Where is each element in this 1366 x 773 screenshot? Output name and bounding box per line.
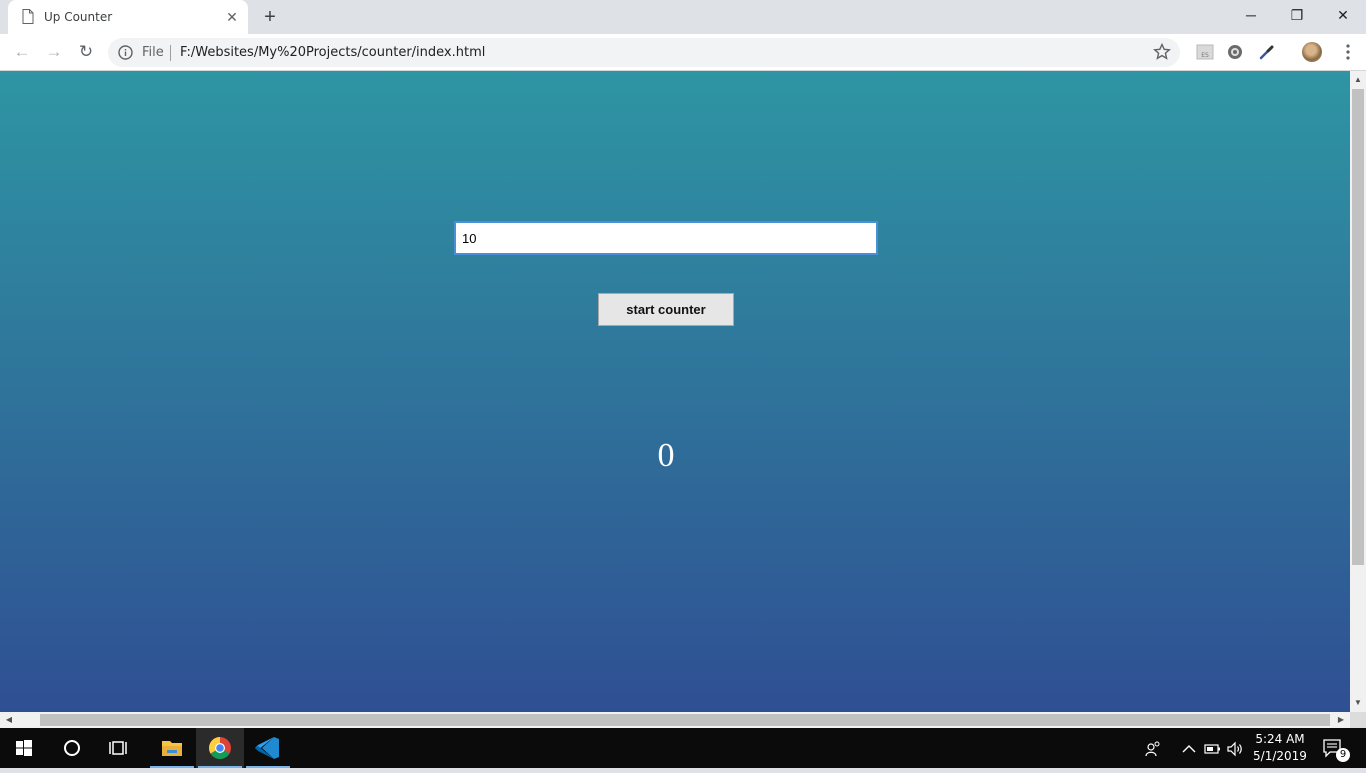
scroll-up-arrow-icon[interactable]: ▲ xyxy=(1350,73,1366,87)
count-input[interactable] xyxy=(454,221,878,255)
vertical-scroll-thumb[interactable] xyxy=(1352,89,1364,565)
chevron-up-icon[interactable] xyxy=(1180,740,1198,758)
forward-button[interactable]: → xyxy=(42,40,66,64)
start-counter-button[interactable]: start counter xyxy=(598,293,734,326)
address-bar[interactable]: File F:/Websites/My%20Projects/counter/i… xyxy=(108,38,1180,67)
people-icon[interactable] xyxy=(1144,740,1162,758)
document-icon xyxy=(22,9,34,24)
scheme-label: File xyxy=(142,45,164,60)
browser-toolbar: ← → ↻ File F:/Websites/My%20Projects/cou… xyxy=(0,34,1366,71)
gear-extension-icon[interactable] xyxy=(1226,43,1244,61)
back-button[interactable]: ← xyxy=(10,40,34,64)
browser-tab[interactable]: Up Counter ✕ xyxy=(8,0,248,34)
clock-date: 5/1/2019 xyxy=(1253,749,1307,763)
restore-button[interactable]: ❐ xyxy=(1274,0,1320,30)
page-content: start counter 0 xyxy=(0,71,1350,712)
horizontal-scrollbar[interactable]: ◀ ▶ xyxy=(0,712,1350,728)
cortana-icon xyxy=(64,740,80,756)
scroll-right-arrow-icon[interactable]: ▶ xyxy=(1334,712,1348,728)
vscode-icon xyxy=(255,737,279,759)
scroll-down-arrow-icon[interactable]: ▼ xyxy=(1350,696,1366,710)
tab-strip: Up Counter ✕ + ─ ❐ ✕ xyxy=(0,0,1366,34)
reload-button[interactable]: ↻ xyxy=(74,40,98,64)
system-clock[interactable]: 5:24 AM 5/1/2019 xyxy=(1248,731,1312,765)
eyedropper-extension-icon[interactable] xyxy=(1258,43,1276,61)
start-icon xyxy=(16,740,32,756)
scrollbar-corner xyxy=(1350,712,1366,728)
svg-text:ES: ES xyxy=(1201,52,1209,59)
tab-close-icon[interactable]: ✕ xyxy=(224,9,240,25)
scroll-left-arrow-icon[interactable]: ◀ xyxy=(2,712,16,728)
clock-time: 5:24 AM xyxy=(1255,732,1305,746)
url-text[interactable]: F:/Websites/My%20Projects/counter/index.… xyxy=(180,45,485,60)
counter-display: 0 xyxy=(657,437,675,474)
vscode-taskbar-button[interactable] xyxy=(244,728,292,768)
windows-taskbar: 5:24 AM 5/1/2019 9 xyxy=(0,728,1366,768)
window-close-button[interactable]: ✕ xyxy=(1320,0,1366,30)
chrome-icon xyxy=(209,737,231,759)
file-explorer-icon xyxy=(162,741,182,756)
file-explorer-button[interactable] xyxy=(148,728,196,768)
battery-icon[interactable] xyxy=(1204,740,1222,758)
cortana-button[interactable] xyxy=(48,728,96,768)
start-button[interactable] xyxy=(0,728,48,768)
es-extension-icon[interactable]: ES xyxy=(1196,43,1214,61)
profile-avatar[interactable] xyxy=(1302,42,1322,62)
new-tab-button[interactable]: + xyxy=(258,6,282,28)
notification-count-badge: 9 xyxy=(1336,748,1350,762)
more-menu-icon[interactable] xyxy=(1338,42,1358,62)
tab-title: Up Counter xyxy=(44,10,113,24)
chrome-taskbar-button[interactable] xyxy=(196,728,244,768)
horizontal-scroll-thumb[interactable] xyxy=(40,714,1330,726)
vertical-scrollbar[interactable]: ▲ ▼ xyxy=(1350,71,1366,712)
volume-icon[interactable] xyxy=(1226,740,1244,758)
action-center-button[interactable]: 9 xyxy=(1322,738,1350,762)
info-icon[interactable] xyxy=(118,45,133,60)
bookmark-star-icon[interactable] xyxy=(1152,42,1172,62)
task-view-icon xyxy=(109,741,127,755)
minimize-button[interactable]: ─ xyxy=(1228,0,1274,30)
address-separator xyxy=(170,45,171,61)
task-view-button[interactable] xyxy=(96,728,144,768)
